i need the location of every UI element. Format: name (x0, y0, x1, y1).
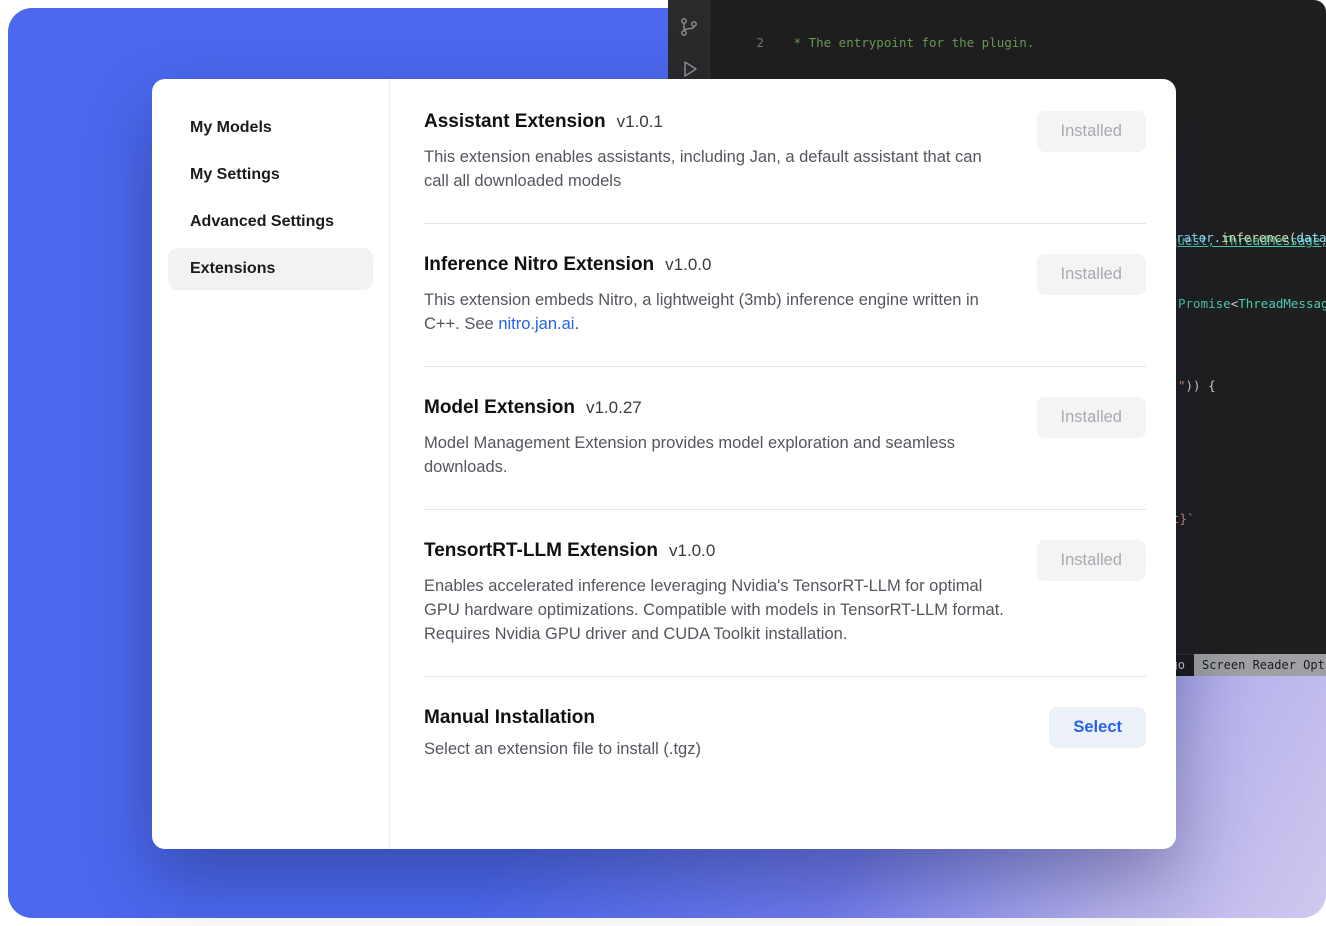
code-fragment: Promise<ThreadMessage> (1178, 296, 1326, 313)
extension-title-line: Inference Nitro Extension v1.0.0 (424, 254, 1009, 276)
extension-info: Model Extension v1.0.27 Model Management… (424, 397, 1009, 479)
extension-row-model: Model Extension v1.0.27 Model Management… (424, 397, 1146, 479)
extension-info: Assistant Extension v1.0.1 This extensio… (424, 111, 1009, 193)
extension-row-manual-installation: Manual Installation Select an extension … (424, 707, 1146, 761)
sidebar-item-my-models[interactable]: My Models (168, 107, 373, 149)
extension-title: Manual Installation (424, 707, 595, 729)
select-file-button[interactable]: Select (1049, 707, 1146, 748)
settings-sidebar: My Models My Settings Advanced Settings … (152, 79, 390, 849)
row-separator (424, 676, 1146, 677)
code-fn: inference (1221, 230, 1289, 245)
installed-button[interactable]: Installed (1037, 111, 1146, 152)
extension-description: This extension embeds Nitro, a lightweig… (424, 288, 1009, 336)
row-separator (424, 366, 1146, 367)
nitro-jan-ai-link[interactable]: nitro.jan.ai (498, 315, 574, 333)
row-separator (424, 223, 1146, 224)
extension-version: v1.0.1 (617, 112, 663, 132)
extension-version: v1.0.0 (665, 255, 711, 275)
extension-title: Assistant Extension (424, 111, 606, 133)
installed-button[interactable]: Installed (1037, 254, 1146, 295)
sidebar-item-advanced-settings[interactable]: Advanced Settings (168, 201, 373, 243)
code-punct: )) { (1186, 378, 1216, 393)
code-line: 2 * The entrypoint for the plugin. (710, 35, 1326, 52)
sidebar-item-extensions[interactable]: Extensions (168, 248, 373, 290)
line-number: 2 (710, 35, 764, 52)
desktop: 2 * The entrypoint for the plugin. 3 */ … (0, 0, 1326, 926)
code-var: rator. (1176, 230, 1221, 245)
code-var: data (1296, 230, 1326, 245)
extension-description: This extension enables assistants, inclu… (424, 145, 1009, 193)
extension-info: Manual Installation Select an extension … (424, 707, 701, 761)
extension-version: v1.0.27 (586, 398, 642, 418)
code-comment: * The entrypoint for the plugin. (786, 35, 1034, 50)
code-type: ThreadMessage (1238, 296, 1326, 311)
extension-version: v1.0.0 (669, 541, 715, 561)
extension-description: Enables accelerated inference leveraging… (424, 574, 1009, 646)
description-text: . (574, 315, 579, 333)
extension-info: TensortRT-LLM Extension v1.0.0 Enables a… (424, 540, 1009, 646)
extension-description: Model Management Extension provides mode… (424, 431, 1009, 479)
extension-title-line: TensortRT-LLM Extension v1.0.0 (424, 540, 1009, 562)
row-separator (424, 509, 1146, 510)
extension-title-line: Manual Installation (424, 707, 701, 729)
extension-title: Inference Nitro Extension (424, 254, 654, 276)
extension-title: Model Extension (424, 397, 575, 419)
code-string: " (1178, 378, 1186, 393)
installed-button[interactable]: Installed (1037, 540, 1146, 581)
extension-description: Select an extension file to install (.tg… (424, 737, 701, 761)
extension-title: TensortRT-LLM Extension (424, 540, 658, 562)
code-fragment: rator.inference(data)); (1176, 230, 1326, 247)
extensions-panel: Assistant Extension v1.0.1 This extensio… (390, 79, 1176, 849)
extension-info: Inference Nitro Extension v1.0.0 This ex… (424, 254, 1009, 336)
installed-button[interactable]: Installed (1037, 397, 1146, 438)
extension-title-line: Assistant Extension v1.0.1 (424, 111, 1009, 133)
extension-row-inference-nitro: Inference Nitro Extension v1.0.0 This ex… (424, 254, 1146, 336)
code-fragment: ")) { (1178, 378, 1216, 395)
screen-reader-status-item[interactable]: Screen Reader Optimized (1194, 654, 1326, 676)
settings-modal: My Models My Settings Advanced Settings … (152, 79, 1176, 849)
sidebar-item-my-settings[interactable]: My Settings (168, 154, 373, 196)
source-control-icon[interactable] (676, 14, 702, 40)
extension-row-tensorrt-llm: TensortRT-LLM Extension v1.0.0 Enables a… (424, 540, 1146, 646)
code-type: Promise (1178, 296, 1231, 311)
extension-title-line: Model Extension v1.0.27 (424, 397, 1009, 419)
extension-row-assistant: Assistant Extension v1.0.1 This extensio… (424, 111, 1146, 193)
